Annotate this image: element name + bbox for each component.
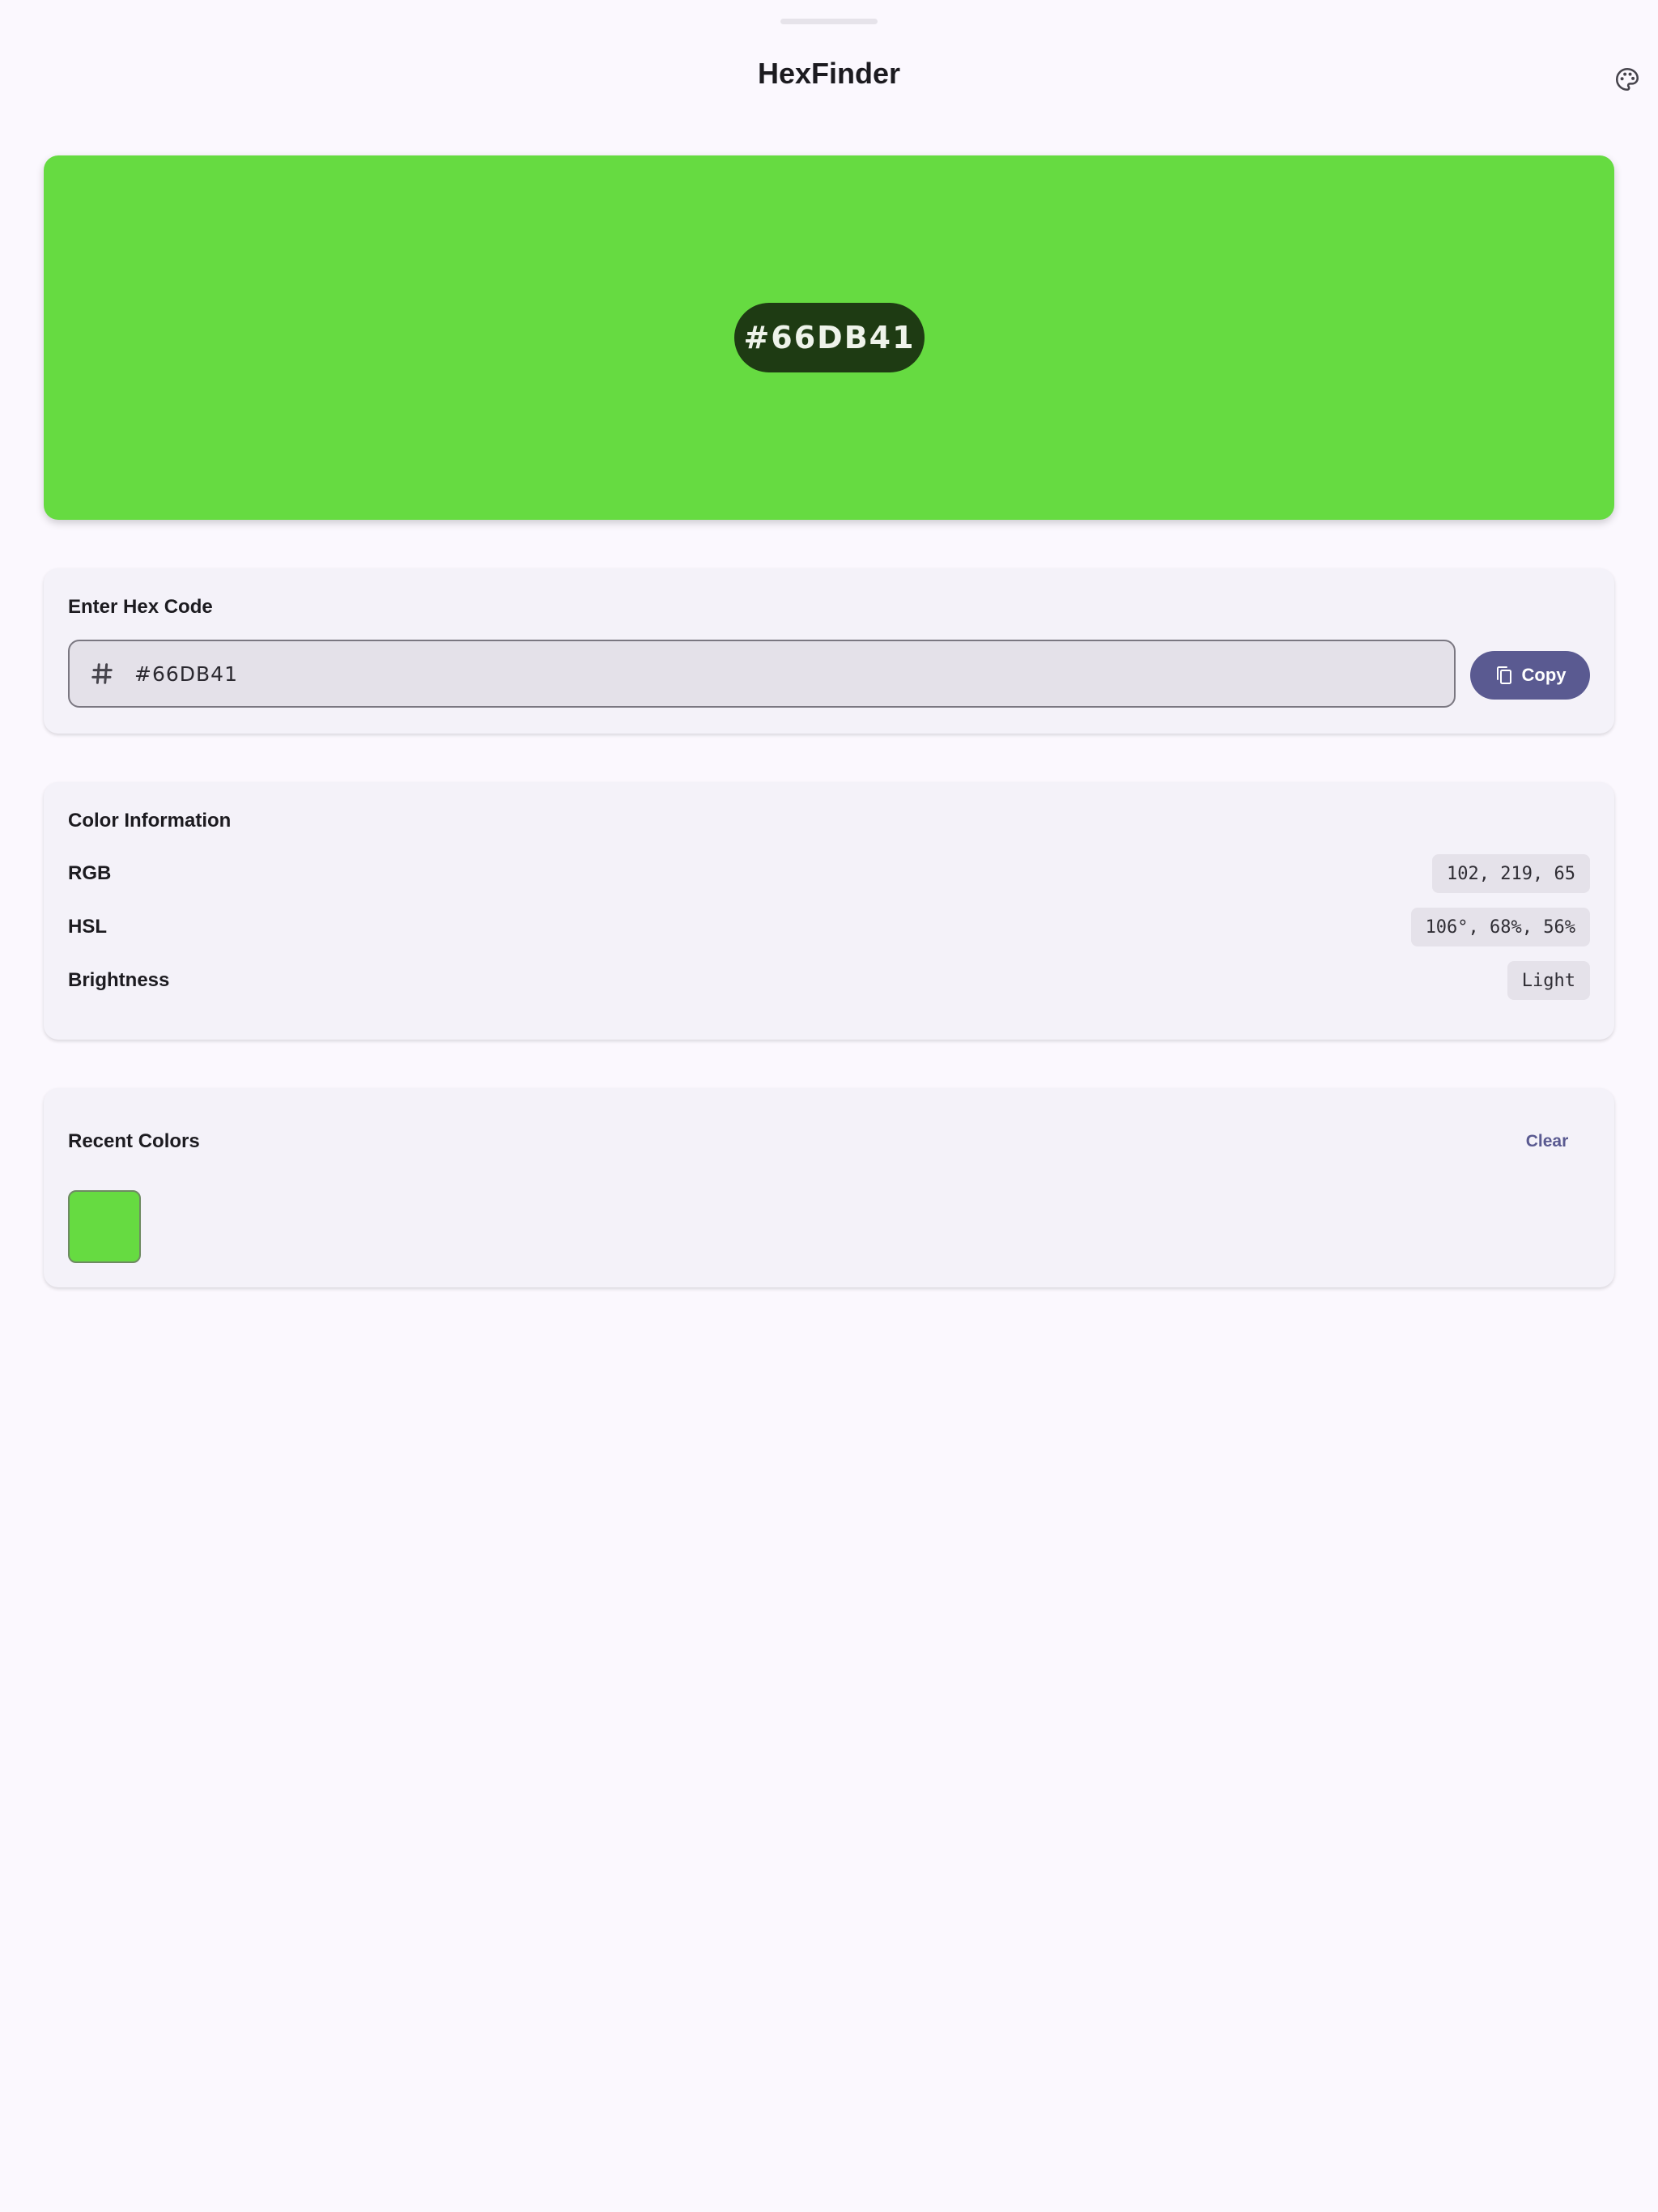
copy-button-label: Copy <box>1521 665 1567 685</box>
info-value-chip: Light <box>1507 961 1590 1000</box>
app-title: HexFinder <box>757 57 901 90</box>
hex-input-card: Enter Hex Code #66DB41 Copy <box>44 568 1614 734</box>
palette-button[interactable] <box>1609 62 1645 97</box>
info-value-chip: 106°, 68%, 56% <box>1410 908 1590 946</box>
info-value-chip: 102, 219, 65 <box>1432 854 1590 893</box>
copy-icon <box>1496 666 1511 684</box>
hash-icon <box>70 641 134 706</box>
color-info-title: Color Information <box>68 810 232 832</box>
hex-input-title: Enter Hex Code <box>68 596 213 618</box>
hex-input-value: #66DB41 <box>134 661 238 686</box>
info-row-rgb: RGB 102, 219, 65 <box>68 853 1590 894</box>
recent-color-swatch[interactable] <box>68 1190 141 1263</box>
color-info-card: Color Information RGB 102, 219, 65 HSL 1… <box>44 782 1614 1040</box>
info-label: RGB <box>68 862 112 884</box>
hex-input-field[interactable]: #66DB41 <box>68 640 1456 708</box>
info-label: Brightness <box>68 969 170 991</box>
palette-icon <box>1615 67 1639 91</box>
recent-colors-card: Recent Colors Clear <box>44 1088 1614 1287</box>
hex-badge: #66DB41 <box>734 303 925 372</box>
app-bar: HexFinder <box>0 0 1658 154</box>
info-row-brightness: Brightness Light <box>68 960 1590 1001</box>
copy-button[interactable]: Copy <box>1470 651 1590 700</box>
info-label: HSL <box>68 916 107 938</box>
clear-button[interactable]: Clear <box>1503 1122 1592 1161</box>
info-row-hsl: HSL 106°, 68%, 56% <box>68 907 1590 947</box>
recent-colors-title: Recent Colors <box>68 1130 200 1152</box>
